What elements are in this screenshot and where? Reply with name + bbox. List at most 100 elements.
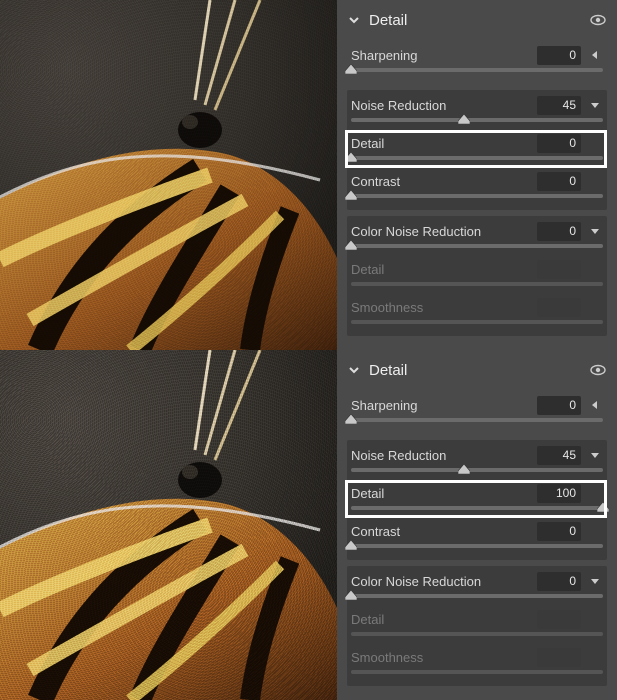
slider-value-input [537,610,581,629]
slider-thumb[interactable] [345,152,357,162]
slider-track [351,632,603,636]
slider-label: Detail [351,486,531,501]
slider-label: Detail [351,262,531,277]
triangle-left-icon[interactable] [587,397,603,413]
slider-label: Detail [351,136,531,151]
slider-label: Contrast [351,174,531,189]
slider-track[interactable] [351,194,603,198]
slider-thumb[interactable] [597,502,609,512]
detail-panel: Detail Sharpening Noise Reduction Detail [337,350,617,700]
expander-placeholder [587,649,603,665]
slider-track[interactable] [351,156,603,160]
slider-thumb[interactable] [345,190,357,200]
slider-value-input[interactable] [537,572,581,591]
slider-track [351,282,603,286]
slider-value-input [537,260,581,279]
eye-icon[interactable] [589,11,607,29]
slider-control: Color Noise Reduction [351,220,603,258]
slider-control: Smoothness [351,646,603,684]
slider-label: Smoothness [351,650,531,665]
slider-track[interactable] [351,544,603,548]
slider-label: Color Noise Reduction [351,574,531,589]
chevron-down-icon [347,13,361,27]
image-preview [0,0,337,350]
panel-title: Detail [369,12,407,29]
slider-control: Sharpening [351,44,603,82]
slider-track[interactable] [351,244,603,248]
slider-track[interactable] [351,418,603,422]
slider-value-input[interactable] [537,134,581,153]
expander-placeholder [587,173,603,189]
slider-value-input [537,648,581,667]
slider-control: Contrast [351,520,603,558]
expander-placeholder [587,523,603,539]
slider-value-input[interactable] [537,484,581,503]
slider-value-input[interactable] [537,522,581,541]
expander-placeholder [587,485,603,501]
slider-control: Sharpening [351,394,603,432]
slider-label: Color Noise Reduction [351,224,531,239]
eye-icon[interactable] [589,361,607,379]
triangle-down-icon[interactable] [587,447,603,463]
slider-label: Detail [351,612,531,627]
slider-track[interactable] [351,118,603,122]
slider-thumb[interactable] [345,540,357,550]
slider-control: Smoothness [351,296,603,334]
slider-value-input[interactable] [537,46,581,65]
panel-header[interactable]: Detail [347,6,607,34]
slider-group: Noise Reduction Detail Contrast [347,440,607,560]
slider-control: Detail [351,258,603,296]
slider-thumb[interactable] [345,64,357,74]
expander-placeholder [587,611,603,627]
slider-track[interactable] [351,468,603,472]
comparison-row: Detail Sharpening Noise Reduction Detail [0,0,617,350]
panel-title: Detail [369,362,407,379]
slider-label: Sharpening [351,398,531,413]
slider-thumb[interactable] [345,414,357,424]
expander-placeholder [587,299,603,315]
slider-value-input[interactable] [537,96,581,115]
slider-label: Contrast [351,524,531,539]
slider-track[interactable] [351,506,603,510]
slider-group: Sharpening [347,40,607,84]
slider-value-input[interactable] [537,222,581,241]
slider-label: Smoothness [351,300,531,315]
slider-track [351,670,603,674]
slider-control: Detail [351,608,603,646]
slider-label: Noise Reduction [351,98,531,113]
slider-thumb[interactable] [458,464,470,474]
slider-group: Color Noise Reduction Detail Smoothness [347,566,607,686]
slider-thumb[interactable] [458,114,470,124]
chevron-down-icon [347,363,361,377]
slider-group: Sharpening [347,390,607,434]
slider-control: Noise Reduction [351,94,603,132]
slider-label: Sharpening [351,48,531,63]
slider-track [351,320,603,324]
slider-track[interactable] [351,68,603,72]
slider-label: Noise Reduction [351,448,531,463]
slider-thumb[interactable] [345,590,357,600]
slider-control: Noise Reduction [351,444,603,482]
slider-control: Detail [351,482,603,520]
slider-value-input [537,298,581,317]
triangle-left-icon[interactable] [587,47,603,63]
slider-group: Noise Reduction Detail Contrast [347,90,607,210]
slider-thumb[interactable] [345,240,357,250]
expander-placeholder [587,135,603,151]
expander-placeholder [587,261,603,277]
triangle-down-icon[interactable] [587,223,603,239]
slider-track[interactable] [351,594,603,598]
slider-control: Color Noise Reduction [351,570,603,608]
detail-panel: Detail Sharpening Noise Reduction Detail [337,0,617,350]
image-preview [0,350,337,700]
slider-control: Detail [351,132,603,170]
triangle-down-icon[interactable] [587,97,603,113]
slider-value-input[interactable] [537,446,581,465]
slider-value-input[interactable] [537,172,581,191]
triangle-down-icon[interactable] [587,573,603,589]
panel-header[interactable]: Detail [347,356,607,384]
slider-control: Contrast [351,170,603,208]
slider-value-input[interactable] [537,396,581,415]
slider-group: Color Noise Reduction Detail Smoothness [347,216,607,336]
comparison-row: Detail Sharpening Noise Reduction Detail [0,350,617,700]
